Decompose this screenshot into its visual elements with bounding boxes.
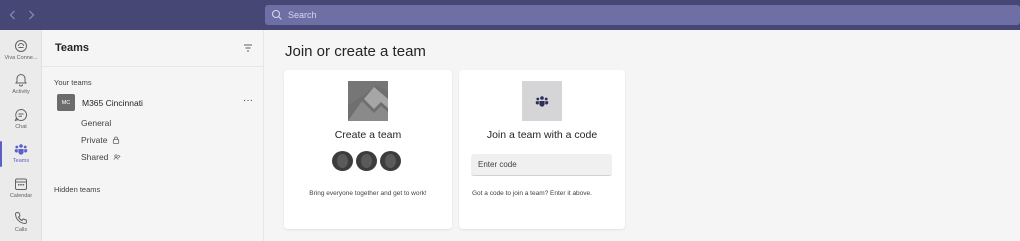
rail-item-calls[interactable]: Calls: [0, 206, 42, 240]
join-team-title: Join a team with a code: [486, 129, 598, 141]
create-team-image-icon: [348, 81, 388, 121]
chat-icon: [14, 108, 27, 122]
channel-shared[interactable]: Shared: [81, 152, 122, 162]
join-team-description: Got a code to join a team? Enter it abov…: [472, 190, 592, 197]
search-bar[interactable]: [265, 5, 1020, 25]
rail-item-label: Activity: [12, 89, 30, 95]
channel-label: General: [81, 118, 112, 128]
rail-item-label: Teams: [12, 158, 30, 164]
join-team-icon: [522, 81, 562, 121]
avatar: [380, 151, 401, 171]
avatar: [356, 151, 377, 171]
rail-item-teams[interactable]: Teams: [0, 137, 42, 171]
channel-private[interactable]: Private: [81, 135, 120, 145]
app-rail: Viva Conne... Activity Chat Teams Calend…: [0, 30, 42, 241]
lock-icon: [113, 136, 120, 144]
team-name: M365 Cincinnati: [82, 98, 143, 108]
calendar-icon: [15, 178, 27, 190]
rail-item-label: Chat: [15, 124, 27, 130]
search-icon: [271, 9, 282, 20]
team-item[interactable]: MC M365 Cincinnati ···: [54, 94, 258, 112]
teams-icon: [14, 144, 28, 155]
rail-item-activity[interactable]: Activity: [0, 68, 42, 102]
avatar: [332, 151, 353, 171]
rail-item-chat[interactable]: Chat: [0, 103, 42, 137]
rail-item-label: Calendar: [9, 193, 33, 199]
rail-item-calendar[interactable]: Calendar: [0, 172, 42, 206]
create-team-description: Bring everyone together and get to work!: [309, 190, 427, 197]
rail-item-label: Viva Conne...: [4, 55, 38, 61]
team-code-input[interactable]: [471, 154, 612, 176]
member-avatars: [332, 151, 404, 171]
title-bar: [0, 0, 1020, 30]
rail-item-label: Calls: [14, 227, 28, 233]
channel-label: Shared: [81, 152, 109, 162]
join-team-card: Join a team with a code Got a code to jo…: [459, 70, 625, 229]
team-avatar: MC: [57, 94, 75, 111]
shared-icon: [114, 154, 122, 160]
page-title: Join or create a team: [285, 43, 426, 60]
main-content: Join or create a team Create a team Brin…: [265, 30, 1020, 241]
bell-icon: [15, 73, 27, 87]
forward-arrow-icon[interactable]: [24, 7, 38, 23]
teams-panel: Teams Your teams MC M365 Cincinnati ··· …: [42, 30, 264, 241]
channel-general[interactable]: General: [81, 118, 111, 128]
panel-title: Teams: [55, 42, 90, 54]
your-teams-label: Your teams: [54, 78, 92, 87]
create-team-title: Create a team: [334, 129, 402, 141]
phone-icon: [14, 211, 28, 225]
panel-header: Teams: [42, 30, 264, 67]
rail-item-viva-connections[interactable]: Viva Conne...: [0, 34, 42, 68]
hidden-teams-label[interactable]: Hidden teams: [54, 185, 100, 194]
back-arrow-icon[interactable]: [5, 7, 19, 23]
more-options-button[interactable]: ···: [243, 95, 253, 106]
viva-connections-icon: [15, 40, 27, 52]
search-input[interactable]: [288, 10, 968, 20]
filter-icon[interactable]: [242, 42, 254, 54]
create-team-card[interactable]: Create a team Bring everyone together an…: [284, 70, 452, 229]
channel-label: Private: [81, 135, 108, 145]
